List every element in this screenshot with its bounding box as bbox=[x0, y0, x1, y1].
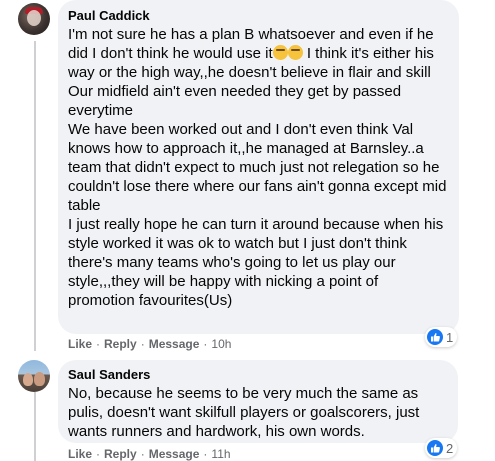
reply-button[interactable]: Reply bbox=[104, 447, 137, 461]
reaction-count: 2 bbox=[446, 440, 454, 456]
like-button[interactable]: Like bbox=[68, 447, 92, 461]
separator: · bbox=[96, 447, 101, 461]
comment-timestamp[interactable]: 10h bbox=[211, 337, 231, 351]
separator: · bbox=[140, 447, 145, 461]
thread-line bbox=[34, 392, 36, 461]
reaction-summary[interactable]: 1 bbox=[425, 327, 458, 347]
comment-text: No, because he seems to be very much the… bbox=[68, 385, 424, 440]
comment-bubble: Saul Sanders No, because he seems to be … bbox=[58, 360, 458, 443]
comment-bubble: Paul Caddick I'm not sure he has a plan … bbox=[58, 0, 459, 334]
like-reaction-icon bbox=[427, 440, 443, 456]
like-reaction-icon bbox=[427, 329, 443, 345]
thinking-face-icon bbox=[272, 45, 288, 60]
avatar-person bbox=[34, 372, 45, 386]
comment-timestamp[interactable]: 11h bbox=[211, 447, 230, 461]
comment-author[interactable]: Paul Caddick bbox=[68, 7, 447, 24]
separator: · bbox=[203, 337, 208, 351]
message-button[interactable]: Message bbox=[149, 337, 200, 351]
separator: · bbox=[140, 337, 145, 351]
comment-text: I'm not sure he has a plan B whatsoever … bbox=[68, 25, 447, 310]
comment-actions: Like · Reply · Message · 10h bbox=[68, 337, 231, 351]
reply-button[interactable]: Reply bbox=[104, 337, 137, 351]
reaction-summary[interactable]: 2 bbox=[425, 438, 458, 458]
separator: · bbox=[96, 337, 101, 351]
comment-actions: Like · Reply · Message · 11h bbox=[68, 447, 231, 461]
like-button[interactable]: Like bbox=[68, 337, 92, 351]
separator: · bbox=[203, 447, 208, 461]
thinking-face-icon bbox=[287, 45, 303, 60]
comment-text-part: I think it's either his way or the high … bbox=[68, 45, 447, 309]
message-button[interactable]: Message bbox=[149, 447, 200, 461]
reaction-count: 1 bbox=[446, 329, 454, 345]
avatar[interactable] bbox=[18, 3, 50, 35]
avatar[interactable] bbox=[18, 360, 50, 392]
avatar-face bbox=[27, 10, 41, 26]
avatar-person bbox=[23, 373, 33, 386]
thread-line bbox=[34, 41, 36, 351]
comment-author[interactable]: Saul Sanders bbox=[68, 366, 446, 383]
